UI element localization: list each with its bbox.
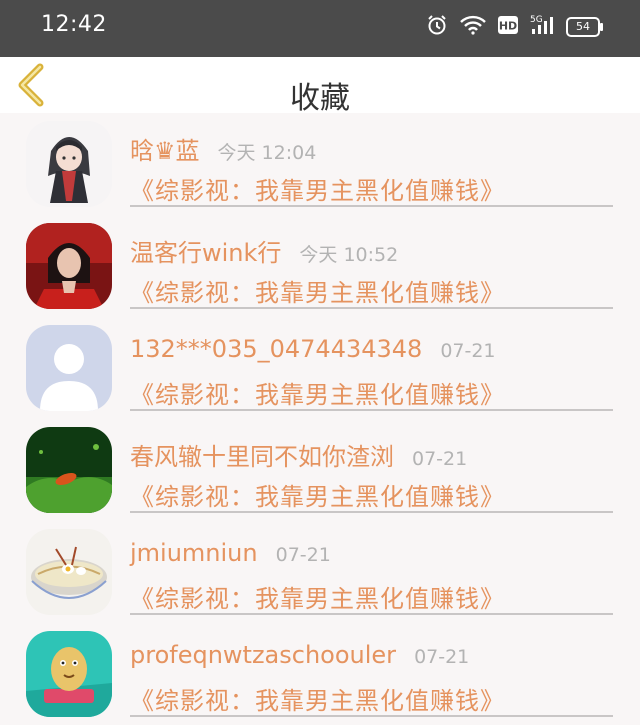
- network-label: 5G: [530, 15, 543, 25]
- item-time: 今天 10:52: [299, 244, 399, 266]
- user-name[interactable]: 温客行wink行: [130, 233, 281, 268]
- alarm-icon: [426, 14, 448, 40]
- book-title[interactable]: 《综影视：我靠男主黑化值赚钱》: [130, 681, 505, 716]
- page-title: 收藏: [290, 81, 350, 116]
- avatar[interactable]: [26, 427, 112, 513]
- item-header: 春风辙十里同不如你渣浏 07-21: [130, 437, 467, 472]
- status-icons: HD 5G 54: [426, 14, 603, 40]
- avatar[interactable]: [26, 631, 112, 717]
- battery-icon: 54: [566, 17, 603, 37]
- user-name[interactable]: 132***035_0474434348: [130, 335, 422, 363]
- nav-bar: 收藏: [0, 57, 640, 116]
- list-item[interactable]: jmiumniun 07-21 《综影视：我靠男主黑化值赚钱》: [0, 521, 640, 623]
- status-time: 12:42: [41, 12, 107, 37]
- status-bar: 12:42 HD 5G 54: [0, 0, 640, 57]
- user-name[interactable]: 春风辙十里同不如你渣浏: [130, 437, 394, 472]
- list-item[interactable]: 晗♛蓝 今天 12:04 《综影视：我靠男主黑化值赚钱》: [0, 113, 640, 215]
- favorites-list: 晗♛蓝 今天 12:04 《综影视：我靠男主黑化值赚钱》 温客行wink行 今天…: [0, 113, 640, 725]
- list-item[interactable]: profeqnwtzaschoouler 07-21 《综影视：我靠男主黑化值赚…: [0, 623, 640, 725]
- item-header: 132***035_0474434348 07-21: [130, 335, 496, 363]
- divider: [130, 409, 613, 411]
- divider: [130, 715, 613, 717]
- list-item[interactable]: 132***035_0474434348 07-21 《综影视：我靠男主黑化值赚…: [0, 317, 640, 419]
- list-item[interactable]: 春风辙十里同不如你渣浏 07-21 《综影视：我靠男主黑化值赚钱》: [0, 419, 640, 521]
- avatar[interactable]: [26, 325, 112, 411]
- item-header: profeqnwtzaschoouler 07-21: [130, 641, 469, 669]
- book-title[interactable]: 《综影视：我靠男主黑化值赚钱》: [130, 273, 505, 308]
- item-time: 07-21: [414, 646, 470, 668]
- book-title[interactable]: 《综影视：我靠男主黑化值赚钱》: [130, 579, 505, 614]
- book-title[interactable]: 《综影视：我靠男主黑化值赚钱》: [130, 477, 505, 512]
- item-time: 今天 12:04: [217, 142, 317, 164]
- item-time: 07-21: [440, 340, 496, 362]
- item-time: 07-21: [412, 448, 468, 470]
- hd-icon: HD: [498, 16, 518, 38]
- list-item[interactable]: 温客行wink行 今天 10:52 《综影视：我靠男主黑化值赚钱》: [0, 215, 640, 317]
- divider: [130, 205, 613, 207]
- item-header: 温客行wink行 今天 10:52: [130, 233, 398, 268]
- user-name[interactable]: jmiumniun: [130, 539, 258, 567]
- divider: [130, 613, 613, 615]
- avatar[interactable]: [26, 529, 112, 615]
- user-name[interactable]: 晗♛蓝: [130, 131, 200, 166]
- item-header: 晗♛蓝 今天 12:04: [130, 131, 316, 166]
- item-time: 07-21: [275, 544, 331, 566]
- divider: [130, 511, 613, 513]
- avatar[interactable]: [26, 121, 112, 207]
- book-title[interactable]: 《综影视：我靠男主黑化值赚钱》: [130, 375, 505, 410]
- book-title[interactable]: 《综影视：我靠男主黑化值赚钱》: [130, 171, 505, 206]
- user-name[interactable]: profeqnwtzaschoouler: [130, 641, 396, 669]
- signal-icon: 5G: [530, 14, 554, 40]
- wifi-icon: [460, 15, 486, 39]
- hd-label: HD: [499, 20, 517, 33]
- item-header: jmiumniun 07-21: [130, 539, 331, 567]
- avatar[interactable]: [26, 223, 112, 309]
- divider: [130, 307, 613, 309]
